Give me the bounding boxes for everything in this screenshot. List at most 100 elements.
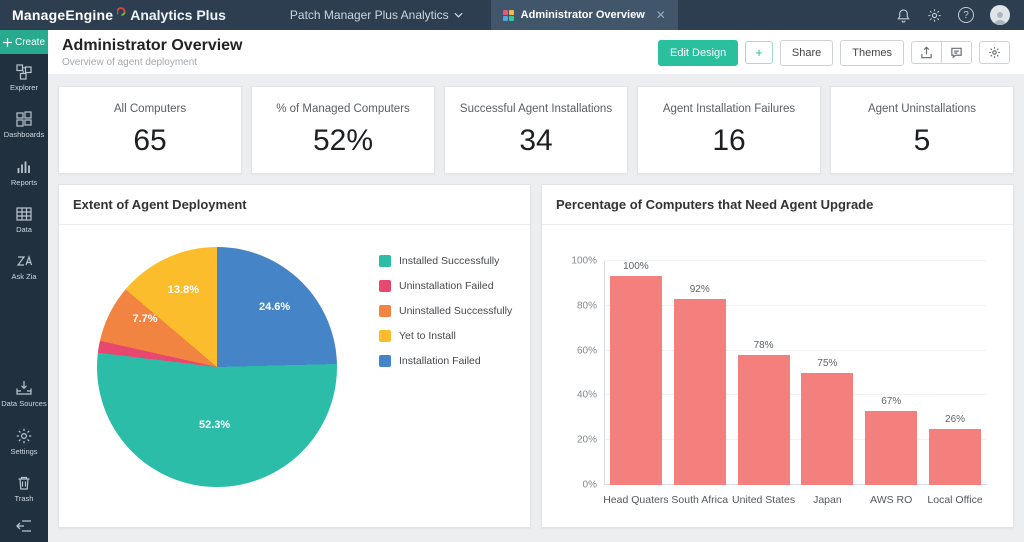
kpi-row: All Computers 65 % of Managed Computers …: [58, 86, 1014, 174]
user-avatar[interactable]: [990, 5, 1010, 25]
bar[interactable]: [610, 276, 662, 485]
kpi-card-all-computers[interactable]: All Computers 65: [58, 86, 242, 174]
legend-label: Uninstallation Failed: [399, 280, 494, 292]
sidebar-item-data[interactable]: Data: [0, 196, 48, 243]
bar-category-label: United States: [732, 494, 795, 506]
bar-chart-panel: Percentage of Computers that Need Agent …: [541, 184, 1014, 528]
sidebar-item-settings[interactable]: Settings: [0, 418, 48, 465]
brand-name: ManageEngine: [12, 7, 113, 23]
themes-button[interactable]: Themes: [840, 40, 904, 66]
kpi-card-installation-failures[interactable]: Agent Installation Failures 16: [637, 86, 821, 174]
y-tick-label: 40%: [577, 390, 597, 401]
sidebar-collapse-button[interactable]: [0, 512, 48, 542]
dashboard-tab-icon: [503, 10, 514, 21]
pie-slice-label: 52.3%: [199, 419, 230, 431]
bar-column: 67%AWS RO: [859, 261, 923, 485]
kpi-card-successful-installations[interactable]: Successful Agent Installations 34: [444, 86, 628, 174]
product-name: Analytics Plus: [130, 7, 226, 23]
notifications-bell-icon[interactable]: [896, 8, 911, 23]
legend-item[interactable]: Installed Successfully: [379, 255, 512, 267]
sidebar-item-label: Ask Zia: [11, 273, 36, 281]
legend-swatch: [379, 355, 391, 367]
legend-item[interactable]: Yet to Install: [379, 330, 512, 342]
sidebar-item-reports[interactable]: Reports: [0, 149, 48, 196]
legend-item[interactable]: Installation Failed: [379, 355, 512, 367]
help-icon[interactable]: ?: [958, 7, 974, 23]
chevron-down-icon: [454, 12, 463, 18]
dashboards-icon: [15, 110, 33, 128]
comments-button[interactable]: [942, 41, 972, 64]
bar[interactable]: [738, 355, 790, 485]
nav-settings-gear-icon[interactable]: [927, 8, 942, 23]
y-tick-label: 60%: [577, 345, 597, 356]
kpi-card-uninstallations[interactable]: Agent Uninstallations 5: [830, 86, 1014, 174]
brand-swoosh-icon: [117, 3, 126, 19]
sidebar-item-label: Explorer: [10, 84, 38, 92]
bar-column: 26%Local Office: [923, 261, 987, 485]
sidebar-item-data-sources[interactable]: Data Sources: [0, 370, 48, 417]
kpi-card-managed-computers[interactable]: % of Managed Computers 52%: [251, 86, 435, 174]
page-subtitle: Overview of agent deployment: [62, 57, 243, 68]
sidebar-item-trash[interactable]: Trash: [0, 465, 48, 512]
sidebar-item-label: Settings: [10, 448, 37, 456]
workspace-label: Patch Manager Plus Analytics: [290, 8, 449, 22]
pie-chart[interactable]: [97, 247, 337, 487]
legend-item[interactable]: Uninstallation Failed: [379, 280, 512, 292]
pie-legend: Installed Successfully Uninstallation Fai…: [379, 255, 512, 519]
bar-category-label: South Africa: [671, 494, 728, 506]
legend-label: Installed Successfully: [399, 255, 499, 267]
workspace-dropdown[interactable]: Patch Manager Plus Analytics: [290, 8, 463, 22]
add-button[interactable]: +: [745, 41, 773, 65]
bar-column: 78%United States: [732, 261, 796, 485]
create-button[interactable]: Create: [0, 30, 48, 54]
bar[interactable]: [929, 429, 981, 485]
edit-design-button[interactable]: Edit Design: [658, 40, 738, 66]
sidebar-item-ask-zia[interactable]: Ask Zia: [0, 243, 48, 290]
y-tick-label: 20%: [577, 435, 597, 446]
kpi-value: 52%: [313, 124, 373, 158]
dashboard-settings-button[interactable]: [979, 41, 1010, 64]
bar-value-label: 78%: [754, 340, 774, 351]
sidebar-item-dashboards[interactable]: Dashboards: [0, 101, 48, 148]
plus-icon: [3, 38, 12, 47]
kpi-value: 65: [133, 124, 166, 158]
bar-column: 75%Japan: [795, 261, 859, 485]
kpi-value: 5: [914, 124, 931, 158]
legend-label: Uninstalled Successfully: [399, 305, 512, 317]
y-tick-label: 100%: [571, 256, 597, 267]
bar-value-label: 67%: [881, 396, 901, 407]
tab-label: Administrator Overview: [521, 9, 645, 21]
sidebar-item-explorer[interactable]: Explorer: [0, 54, 48, 101]
create-label: Create: [15, 37, 45, 48]
bar[interactable]: [865, 411, 917, 485]
kpi-label: Agent Uninstallations: [868, 103, 976, 115]
y-tick-label: 0%: [583, 480, 597, 491]
sidebar-item-label: Reports: [11, 179, 37, 187]
bar-chart: 0%20%40%60%80%100% 100%Head Quaters92%So…: [604, 261, 987, 485]
share-button[interactable]: Share: [780, 40, 833, 66]
legend-swatch: [379, 330, 391, 342]
bar[interactable]: [801, 373, 853, 485]
legend-swatch: [379, 305, 391, 317]
bar-category-label: Japan: [813, 494, 842, 506]
pie-slice-label: 7.7%: [132, 313, 157, 325]
bar-column: 92%South Africa: [668, 261, 732, 485]
legend-label: Yet to Install: [399, 330, 456, 342]
pie-chart-panel: Extent of Agent Deployment 24.6% 52.3% 7…: [58, 184, 531, 528]
sidebar-spacer: [0, 290, 48, 370]
bar-value-label: 75%: [817, 358, 837, 369]
top-nav-bar: ManageEngine Analytics Plus Patch Manage…: [0, 0, 1024, 30]
kpi-value: 16: [712, 124, 745, 158]
bar[interactable]: [674, 299, 726, 485]
tab-administrator-overview[interactable]: Administrator Overview ✕: [491, 0, 678, 30]
kpi-label: Successful Agent Installations: [460, 103, 612, 115]
pie-panel-title: Extent of Agent Deployment: [59, 185, 530, 225]
app-logo: ManageEngine Analytics Plus: [0, 7, 238, 23]
legend-item[interactable]: Uninstalled Successfully: [379, 305, 512, 317]
export-button[interactable]: [911, 41, 942, 64]
page-title: Administrator Overview: [62, 37, 243, 55]
legend-swatch: [379, 255, 391, 267]
bar-value-label: 92%: [690, 284, 710, 295]
tab-close-icon[interactable]: ✕: [656, 8, 666, 22]
export-icon: [920, 46, 933, 59]
